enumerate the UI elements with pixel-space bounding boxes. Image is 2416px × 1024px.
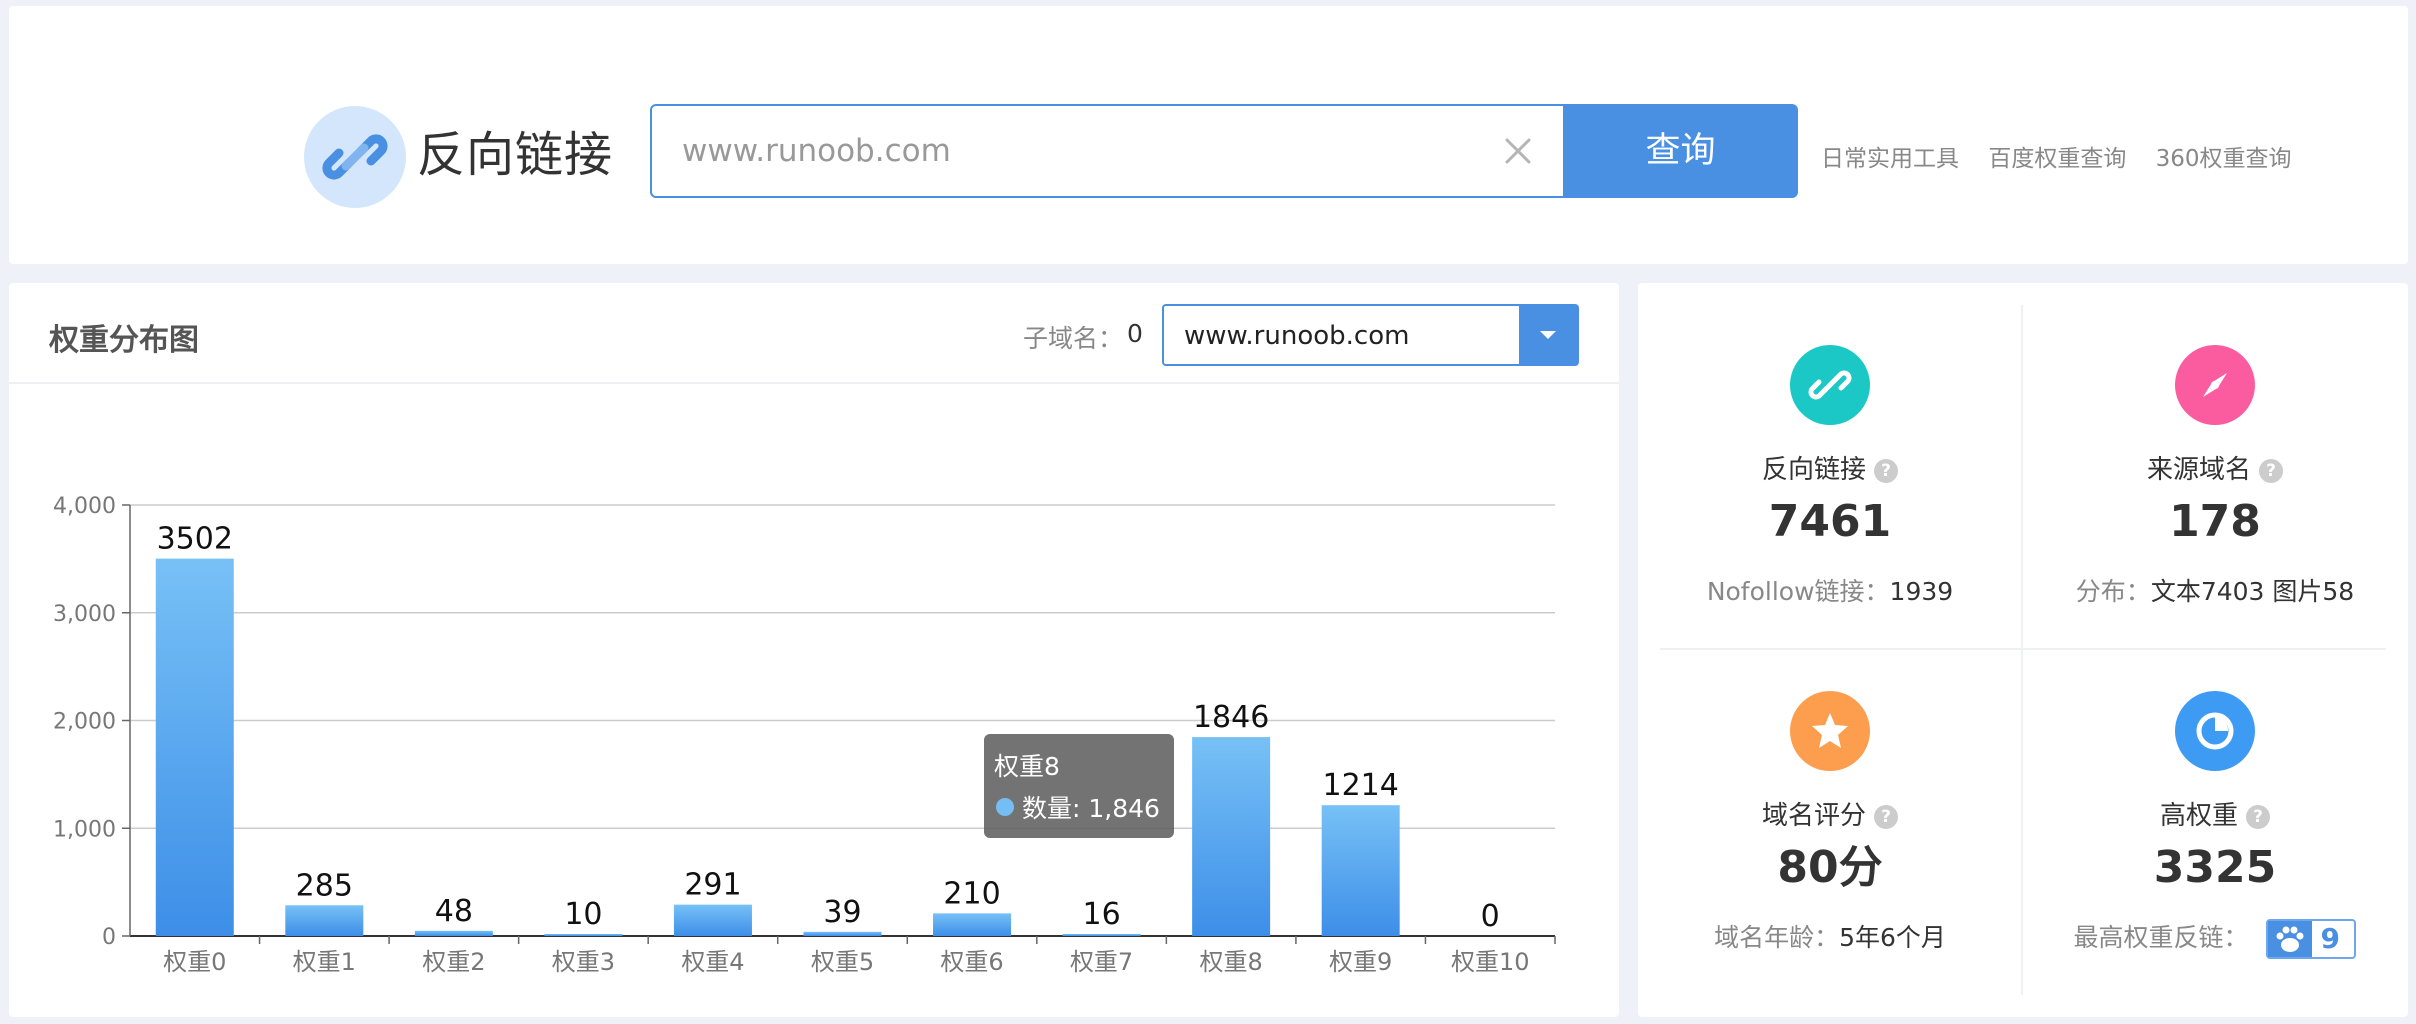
- compass-icon: [2203, 373, 2227, 397]
- stat-icon-bg: [1790, 345, 1870, 425]
- baidu-weight-badge[interactable]: 9: [2266, 919, 2357, 959]
- stat-source-domains: 来源域名? 178 分布：文本7403 图片58: [2023, 345, 2407, 608]
- stat-backlinks: 反向链接? 7461 Nofollow链接：1939: [1638, 345, 2022, 608]
- bar: [1192, 737, 1271, 936]
- bar-value-label: 39: [823, 895, 861, 930]
- x-tick-label: 权重9: [1329, 948, 1392, 976]
- divider: [1660, 648, 2386, 650]
- stat-high-weight: 高权重? 3325 最高权重反链： 9: [2023, 691, 2407, 959]
- stat-foot-label: 分布：: [2075, 577, 2151, 606]
- stat-label: 域名评分: [1761, 801, 1866, 831]
- x-tick-label: 权重10: [1451, 948, 1530, 976]
- bar: [673, 904, 752, 936]
- stats-panel: 反向链接? 7461 Nofollow链接：1939 来源域名? 178 分布：…: [1638, 283, 2408, 1017]
- bar: [155, 558, 234, 936]
- bar-value-label: 210: [943, 876, 1000, 911]
- close-icon[interactable]: [1502, 135, 1534, 167]
- chart-tooltip: 权重8 数量: 1,846: [984, 734, 1174, 838]
- star-icon: [1812, 713, 1848, 748]
- link-icon: [322, 134, 388, 180]
- bar: [1321, 805, 1400, 936]
- bar-value-label: 0: [1481, 899, 1500, 934]
- stat-domain-score: 域名评分? 80分 域名年龄：5年6个月: [1638, 691, 2022, 954]
- bar: [544, 934, 623, 936]
- question-icon[interactable]: ?: [1874, 805, 1898, 829]
- stat-foot-value: 5年6个月: [1839, 923, 1946, 952]
- tooltip-title: 权重8: [994, 752, 1060, 781]
- stat-foot-label: Nofollow链接：: [1706, 577, 1890, 606]
- search-box: [650, 104, 1565, 198]
- bar: [803, 931, 882, 936]
- x-tick-label: 权重2: [422, 948, 485, 976]
- stat-label: 来源域名: [2146, 455, 2251, 485]
- stat-label: 反向链接: [1761, 455, 1866, 485]
- y-tick-label: 4,000: [53, 494, 116, 519]
- tooltip-value: 数量: 1,846: [1022, 794, 1160, 823]
- link-icon: [1808, 370, 1852, 400]
- baidu-weight-value: 9: [2320, 922, 2340, 955]
- bar-value-label: 10: [564, 897, 602, 932]
- x-tick-label: 权重6: [940, 948, 1003, 976]
- baidu-paw-icon: [2268, 921, 2313, 957]
- x-tick-label: 权重4: [681, 948, 744, 976]
- link-360-weight[interactable]: 360权重查询: [2156, 146, 2292, 172]
- bar-value-label: 1846: [1193, 700, 1269, 735]
- bar-value-label: 3502: [157, 522, 233, 557]
- y-tick-label: 0: [102, 925, 116, 950]
- stat-value: 7461: [1768, 496, 1892, 547]
- search-button[interactable]: 查询: [1563, 104, 1798, 198]
- chart-panel: 权重分布图 子域名： 0 www.runoob.com 0 1,000 2,000 3…: [9, 283, 1619, 1017]
- bar-value-label: 1214: [1323, 768, 1399, 803]
- bar-value-label: 291: [684, 868, 741, 903]
- tooltip-series-dot: [996, 798, 1014, 816]
- y-tick-label: 2,000: [53, 710, 116, 735]
- question-icon[interactable]: ?: [2246, 805, 2270, 829]
- pie-chart-icon: [2196, 712, 2234, 750]
- link-baidu-weight[interactable]: 百度权重查询: [1988, 146, 2126, 172]
- stat-foot-value: 文本7403 图片58: [2150, 577, 2355, 606]
- top-links: 日常实用工具 百度权重查询 360权重查询: [1821, 139, 2314, 173]
- x-tick-label: 权重7: [1070, 948, 1133, 976]
- bar: [1062, 934, 1141, 936]
- logo: [304, 106, 406, 208]
- stat-foot-label: 域名年龄：: [1714, 923, 1840, 952]
- bar-value-label: 16: [1082, 897, 1120, 932]
- header-panel: 反向链接 查询 日常实用工具 百度权重查询 360权重查询: [9, 6, 2408, 264]
- bar: [414, 930, 493, 936]
- stat-icon-bg: [1790, 691, 1870, 771]
- bar-value-label: 48: [435, 894, 473, 929]
- weight-distribution-chart: 0 1,000 2,000 3,000 4,000 3502 权重0 285 权重1 48 权重2 1…: [53, 494, 1556, 976]
- x-tick-label: 权重0: [163, 948, 226, 976]
- y-tick-label: 1,000: [53, 817, 116, 842]
- stat-label: 高权重: [2159, 801, 2238, 831]
- stat-value: 80分: [1777, 842, 1883, 893]
- x-tick-label: 权重3: [552, 948, 615, 976]
- stat-icon-bg: [2175, 345, 2255, 425]
- bar: [285, 905, 364, 936]
- link-daily-tools[interactable]: 日常实用工具: [1821, 146, 1959, 172]
- stat-icon-bg: [2175, 691, 2255, 771]
- page-title: 反向链接: [417, 127, 614, 183]
- stat-value: 178: [2169, 496, 2261, 547]
- bar: [933, 913, 1012, 936]
- x-tick-label: 权重8: [1199, 948, 1262, 976]
- x-tick-label: 权重1: [293, 948, 356, 976]
- stat-value: 3325: [2153, 842, 2277, 893]
- stat-foot-label: 最高权重反链：: [2073, 923, 2249, 952]
- question-icon[interactable]: ?: [1874, 459, 1898, 483]
- y-tick-label: 3,000: [53, 602, 116, 627]
- bar-value-label: 285: [296, 868, 353, 903]
- question-icon[interactable]: ?: [2259, 459, 2283, 483]
- search-input[interactable]: [682, 106, 1482, 196]
- x-tick-label: 权重5: [811, 948, 874, 976]
- stat-foot-value: 1939: [1889, 577, 1954, 606]
